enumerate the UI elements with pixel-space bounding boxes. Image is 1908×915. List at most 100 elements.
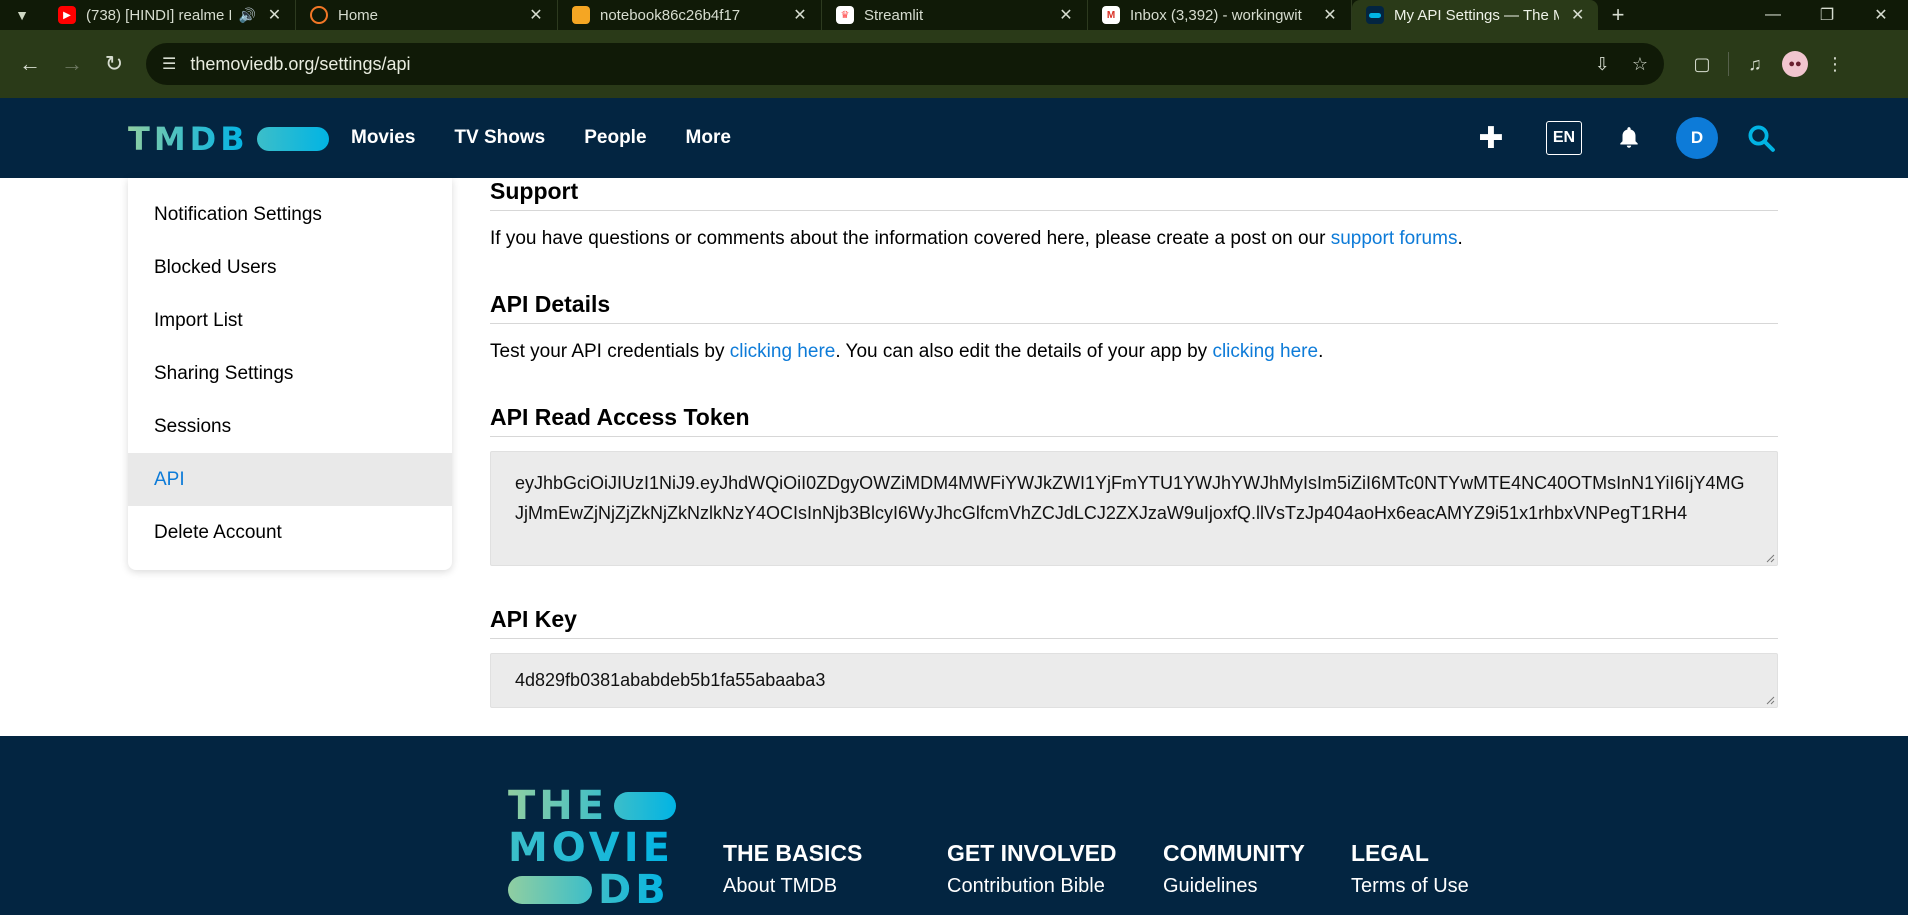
browser-tabstrip: ▼ ▶ (738) [HINDI] realme B 🔊 ✕ Home ✕ no… <box>0 0 1908 30</box>
footer-link-guidelines[interactable]: Guidelines <box>1163 875 1305 898</box>
tab-title: My API Settings — The Mo <box>1394 6 1560 24</box>
tmdb-logo[interactable]: TMDB <box>128 120 329 158</box>
back-arrow-icon[interactable]: ← <box>10 44 50 84</box>
api-details-text-part: . You can also edit the details of your … <box>835 341 1213 362</box>
api-read-access-token-field[interactable]: eyJhbGciOiJIUzI1NiJ9.eyJhdWQiOiI0ZDgyOWZ… <box>490 451 1778 566</box>
minimize-icon[interactable]: — <box>1746 0 1800 30</box>
footer-col-basics: THE BASICS About TMDB <box>723 840 862 898</box>
resize-handle-icon[interactable] <box>1765 695 1775 705</box>
api-key-value[interactable]: 4d829fb0381ababdeb5b1fa55abaaba3 <box>515 670 825 690</box>
api-details-text: Test your API credentials by clicking he… <box>490 340 1778 364</box>
close-icon[interactable]: ✕ <box>1569 5 1586 25</box>
sidebar-item-delete-account[interactable]: Delete Account <box>128 506 452 559</box>
browser-tab[interactable]: ♛ Streamlit ✕ <box>822 0 1088 30</box>
nav-people[interactable]: People <box>584 127 646 149</box>
footer-logo-pill <box>614 792 676 820</box>
sidebar-item-notification-settings[interactable]: Notification Settings <box>128 188 452 241</box>
reload-icon[interactable]: ↻ <box>94 44 134 84</box>
footer-col-title: GET INVOLVED <box>947 840 1117 866</box>
speaker-icon[interactable]: 🔊 <box>239 7 256 24</box>
footer-col-get-involved: GET INVOLVED Contribution Bible <box>947 840 1117 898</box>
browser-toolbar: ← → ↻ ☰ themoviedb.org/settings/api ⇩ ☆ … <box>0 30 1908 98</box>
youtube-icon: ▶ <box>58 6 76 24</box>
browser-tab[interactable]: M Inbox (3,392) - workingwit ✕ <box>1088 0 1352 30</box>
footer-col-title: LEGAL <box>1351 840 1429 866</box>
tab-title: Inbox (3,392) - workingwit <box>1130 6 1302 24</box>
sidebar-item-api[interactable]: API <box>128 453 452 506</box>
api-settings-content: Support If you have questions or comment… <box>490 178 1778 708</box>
footer-link-terms[interactable]: Terms of Use <box>1351 875 1469 898</box>
streamlit-icon: ♛ <box>836 6 854 24</box>
add-plus-icon[interactable]: ✚ <box>1476 121 1506 156</box>
user-avatar[interactable]: D <box>1676 117 1718 159</box>
footer-link-about[interactable]: About TMDB <box>723 875 862 898</box>
sidebar-item-sharing-settings[interactable]: Sharing Settings <box>128 347 452 400</box>
nav-tv-shows[interactable]: TV Shows <box>454 127 545 149</box>
site-info-icon[interactable]: ☰ <box>162 54 176 74</box>
footer-link-contribution-bible[interactable]: Contribution Bible <box>947 875 1117 898</box>
browser-tab[interactable]: Home ✕ <box>296 0 558 30</box>
browser-tab[interactable]: ▶ (738) [HINDI] realme B 🔊 ✕ <box>44 0 296 30</box>
edit-app-link[interactable]: clicking here <box>1212 341 1318 362</box>
api-details-heading: API Details <box>490 291 1778 324</box>
sidebar-item-sessions[interactable]: Sessions <box>128 400 452 453</box>
api-key-field[interactable]: 4d829fb0381ababdeb5b1fa55abaaba3 <box>490 653 1778 708</box>
sidebar-item-blocked-users[interactable]: Blocked Users <box>128 241 452 294</box>
footer-col-legal: LEGAL Terms of Use <box>1351 840 1469 898</box>
tab-search-button[interactable]: ▼ <box>0 0 44 30</box>
menu-dots-icon[interactable]: ⋮ <box>1815 44 1855 84</box>
profile-avatar[interactable]: ●● <box>1775 44 1815 84</box>
footer-col-community: COMMUNITY Guidelines <box>1163 840 1305 898</box>
forward-arrow-icon[interactable]: → <box>52 44 92 84</box>
browser-tab[interactable]: notebook86c26b4f17 ✕ <box>558 0 822 30</box>
media-control-icon[interactable]: ♫ <box>1735 44 1775 84</box>
footer-tmdb-logo[interactable]: THE MOVIE DB <box>508 786 676 910</box>
close-icon[interactable]: ✕ <box>791 5 809 25</box>
resize-handle-icon[interactable] <box>1765 553 1775 563</box>
search-icon[interactable] <box>1746 123 1776 153</box>
footer-logo-line: THE <box>508 783 609 829</box>
footer-logo-pill <box>508 876 592 904</box>
bookmark-star-icon[interactable]: ☆ <box>1632 54 1648 75</box>
toolbar-divider <box>1728 52 1729 76</box>
new-tab-button[interactable]: + <box>1598 0 1638 30</box>
api-token-heading: API Read Access Token <box>490 404 1778 437</box>
tab-title: (738) [HINDI] realme B <box>86 6 231 24</box>
settings-sidebar: Notification Settings Blocked Users Impo… <box>128 178 452 570</box>
footer-col-title: THE BASICS <box>723 840 863 866</box>
logo-pill-shape <box>256 127 329 151</box>
api-details-text-part: Test your API credentials by <box>490 341 730 362</box>
gmail-icon: M <box>1102 6 1120 24</box>
extensions-icon[interactable]: ▢ <box>1682 44 1722 84</box>
api-details-text-part: . <box>1318 341 1324 362</box>
api-token-value[interactable]: eyJhbGciOiJIUzI1NiJ9.eyJhdWQiOiI0ZDgyOWZ… <box>515 473 1744 523</box>
address-bar[interactable]: ☰ themoviedb.org/settings/api ⇩ ☆ <box>146 43 1664 85</box>
support-text-part: If you have questions or comments about … <box>490 228 1331 249</box>
close-icon[interactable]: ✕ <box>527 5 545 25</box>
url-text[interactable]: themoviedb.org/settings/api <box>190 54 1572 75</box>
window-controls: — ❐ ✕ <box>1746 0 1908 30</box>
close-icon[interactable]: ✕ <box>266 5 283 25</box>
jupyter-icon <box>310 6 328 24</box>
browser-tab-active[interactable]: My API Settings — The Mo ✕ <box>1352 0 1598 30</box>
tmdb-icon <box>1366 6 1384 24</box>
support-forums-link[interactable]: support forums <box>1331 228 1458 249</box>
site-header: TMDB Movies TV Shows People More ✚ EN D <box>0 98 1908 178</box>
footer-col-title: COMMUNITY <box>1163 840 1305 866</box>
language-button[interactable]: EN <box>1546 121 1582 155</box>
restore-icon[interactable]: ❐ <box>1800 0 1854 30</box>
nav-more[interactable]: More <box>686 127 731 149</box>
bell-icon[interactable] <box>1616 125 1642 151</box>
api-key-heading: API Key <box>490 606 1778 639</box>
site-footer: THE MOVIE DB THE BASICS About TMDB GET I… <box>0 736 1908 915</box>
logo-text: TMDB <box>128 120 249 158</box>
sidebar-item-import-list[interactable]: Import List <box>128 294 452 347</box>
close-window-icon[interactable]: ✕ <box>1854 0 1908 30</box>
close-icon[interactable]: ✕ <box>1057 5 1075 25</box>
close-icon[interactable]: ✕ <box>1321 5 1339 25</box>
install-app-icon[interactable]: ⇩ <box>1595 54 1610 75</box>
main-nav: Movies TV Shows People More <box>351 98 770 178</box>
test-credentials-link[interactable]: clicking here <box>730 341 836 362</box>
nav-movies[interactable]: Movies <box>351 127 415 149</box>
tab-title: Streamlit <box>864 6 924 24</box>
